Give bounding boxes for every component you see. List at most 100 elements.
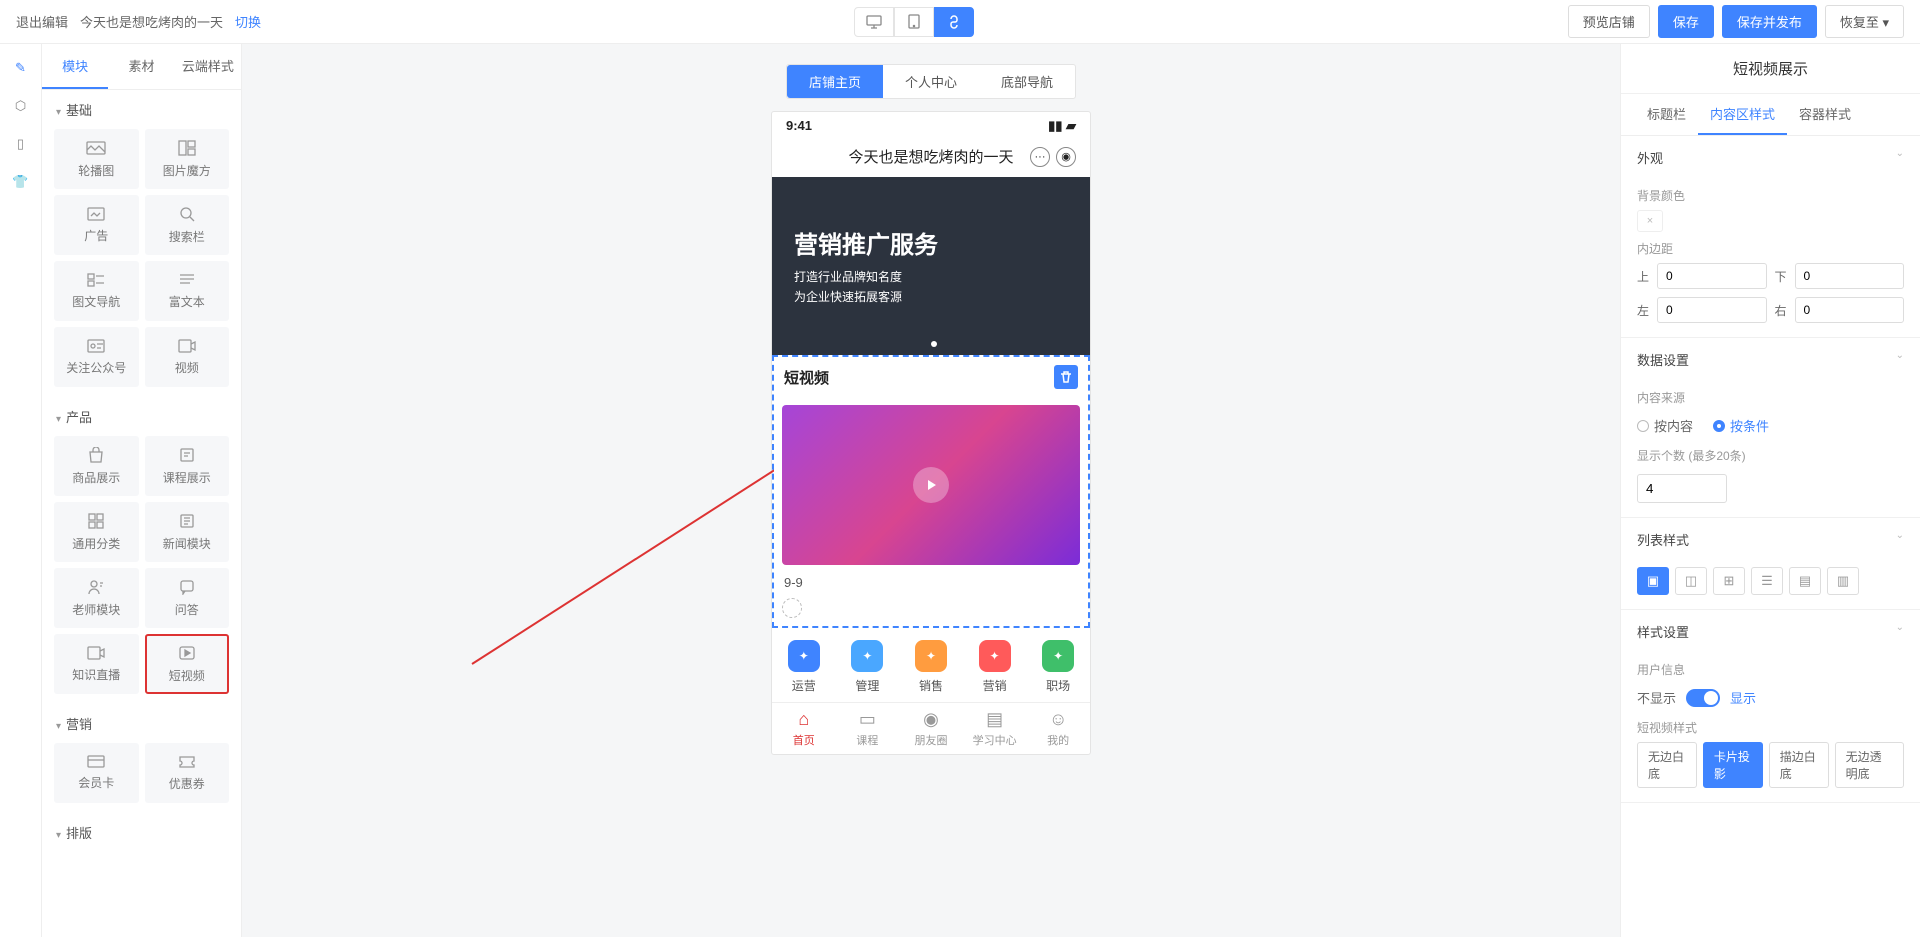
mod-richtext[interactable]: 富文本 [145,261,230,321]
rp-head-style[interactable]: 样式设置⌄ [1621,610,1920,653]
fmt-chip[interactable]: 描边白底 [1769,742,1829,788]
preview-button[interactable]: 预览店铺 [1568,5,1650,38]
mod-coupon[interactable]: 优惠券 [145,743,230,803]
rp-sec-style: 样式设置⌄ 用户信息 不显示 显示 短视频样式 无边白底卡片投影描边白底无边透明… [1621,610,1920,803]
sv-thumbnail[interactable] [782,405,1080,565]
fmt-chip[interactable]: 卡片投影 [1703,742,1763,788]
brush-icon[interactable]: ✎ [15,60,26,76]
mod-goods[interactable]: 商品展示 [54,436,139,496]
mod-navtext[interactable]: 图文导航 [54,261,139,321]
restore-button[interactable]: 恢复至 ▾ [1825,5,1904,38]
shortvideo-block[interactable]: 短视频 9-9 [772,355,1090,628]
pad-bottom-input[interactable] [1795,263,1904,289]
user-toggle[interactable] [1686,689,1720,707]
hex-icon[interactable]: ⬡ [15,98,26,114]
rtab-container[interactable]: 容器样式 [1787,94,1863,135]
ctab-bottom[interactable]: 底部导航 [979,65,1075,98]
category-item[interactable]: ✦销售 [915,640,947,694]
bg-color-swatch[interactable]: × [1637,210,1663,232]
miniapp-icon[interactable] [934,7,974,37]
mod-news[interactable]: 新闻模块 [145,502,230,562]
topbar-actions: 预览店铺 保存 保存并发布 恢复至 ▾ [1568,5,1904,38]
liststyle-4[interactable]: ☰ [1751,567,1783,595]
count-input[interactable] [1637,474,1727,503]
topbar: 退出编辑 今天也是想吃烤肉的一天 切换 预览店铺 保存 保存并发布 恢复至 ▾ [0,0,1920,44]
play-icon[interactable] [913,467,949,503]
page-icon[interactable]: ▯ [17,136,24,152]
tablet-icon[interactable] [894,7,934,37]
mod-category[interactable]: 通用分类 [54,502,139,562]
banner[interactable]: 营销推广服务 打造行业品牌知名度 为企业快速拓展客源 [772,177,1090,355]
section-basic[interactable]: 基础 [42,90,241,129]
tab-assets[interactable]: 素材 [108,44,174,89]
target-icon[interactable]: ◉ [1056,147,1076,167]
tabbar-item[interactable]: ◉朋友圈 [899,703,963,754]
mod-ad[interactable]: 广告 [54,195,139,255]
shirt-icon[interactable]: 👕 [12,174,28,190]
pad-right-input[interactable] [1795,297,1904,323]
user-show-text: 显示 [1730,688,1756,707]
sv-title: 短视频 [784,367,829,388]
rtab-content[interactable]: 内容区样式 [1698,94,1787,135]
mod-membercard[interactable]: 会员卡 [54,743,139,803]
switch-link[interactable]: 切换 [235,12,261,31]
category-item[interactable]: ✦职场 [1042,640,1074,694]
ctab-home[interactable]: 店铺主页 [787,65,883,98]
mod-qa[interactable]: 问答 [145,568,230,628]
mod-video[interactable]: 视频 [145,327,230,387]
section-marketing[interactable]: 营销 [42,704,241,743]
mod-course[interactable]: 课程展示 [145,436,230,496]
mod-live[interactable]: 知识直播 [54,634,139,694]
tab-cloud[interactable]: 云端样式 [175,44,241,89]
mod-imgcube[interactable]: 图片魔方 [145,129,230,189]
chevron-down-icon: ⌄ [1896,622,1904,641]
src-radio-row: 按内容 按条件 [1637,412,1904,439]
fmt-chip[interactable]: 无边白底 [1637,742,1697,788]
fmt-chip[interactable]: 无边透明底 [1835,742,1904,788]
mod-shortvideo[interactable]: 短视频 [145,634,230,694]
tabbar-item[interactable]: ⌂首页 [772,703,836,754]
delete-icon[interactable] [1054,365,1078,389]
tabbar-item[interactable]: ▭课程 [836,703,900,754]
liststyle-1[interactable]: ▣ [1637,567,1669,595]
tabbar-item[interactable]: ☺我的 [1026,703,1090,754]
rp-head-list[interactable]: 列表样式⌄ [1621,518,1920,561]
publish-button[interactable]: 保存并发布 [1722,5,1817,38]
liststyle-5[interactable]: ▤ [1789,567,1821,595]
rp-head-data[interactable]: 数据设置⌄ [1621,338,1920,381]
chevron-down-icon: ⌄ [1896,350,1904,369]
tabbar-item[interactable]: ▤ 学习中心 [963,703,1027,754]
liststyle-6[interactable]: ▥ [1827,567,1859,595]
category-item[interactable]: ✦运营 [788,640,820,694]
tabbar-icon: ▤ [986,709,1003,730]
section-product[interactable]: 产品 [42,397,241,436]
pad-left-input[interactable] [1657,297,1766,323]
exit-edit-button[interactable]: 退出编辑 [16,12,68,31]
phone-statusbar: 9:41 ▮▮ ▰ [772,112,1090,140]
section-layout[interactable]: 排版 [42,813,241,852]
desktop-icon[interactable] [854,7,894,37]
tab-modules[interactable]: 模块 [42,44,108,89]
mod-search[interactable]: 搜索栏 [145,195,230,255]
category-item[interactable]: ✦营销 [979,640,1011,694]
rp-head-appearance[interactable]: 外观⌄ [1621,136,1920,179]
right-panel: 短视频展示 标题栏 内容区样式 容器样式 外观⌄ 背景颜色 × 内边距 上 下 … [1620,44,1920,937]
rp-title: 短视频展示 [1621,44,1920,94]
mod-teacher[interactable]: 老师模块 [54,568,139,628]
ctab-mine[interactable]: 个人中心 [883,65,979,98]
more-icon[interactable]: ··· [1030,147,1050,167]
radio-by-content[interactable]: 按内容 [1637,416,1693,435]
category-item[interactable]: ✦管理 [851,640,883,694]
mod-carousel[interactable]: 轮播图 [54,129,139,189]
canvas-tabs: 店铺主页 个人中心 底部导航 [786,64,1076,99]
pad-top-input[interactable] [1657,263,1766,289]
rtab-titlebar[interactable]: 标题栏 [1635,94,1698,135]
save-button[interactable]: 保存 [1658,5,1714,38]
fmt-label: 短视频样式 [1637,719,1904,736]
radio-by-cond[interactable]: 按条件 [1713,416,1769,435]
category-label: 管理 [855,677,879,694]
tabbar-label: 学习中心 [973,732,1017,748]
liststyle-3[interactable]: ⊞ [1713,567,1745,595]
mod-follow[interactable]: 关注公众号 [54,327,139,387]
liststyle-2[interactable]: ◫ [1675,567,1707,595]
